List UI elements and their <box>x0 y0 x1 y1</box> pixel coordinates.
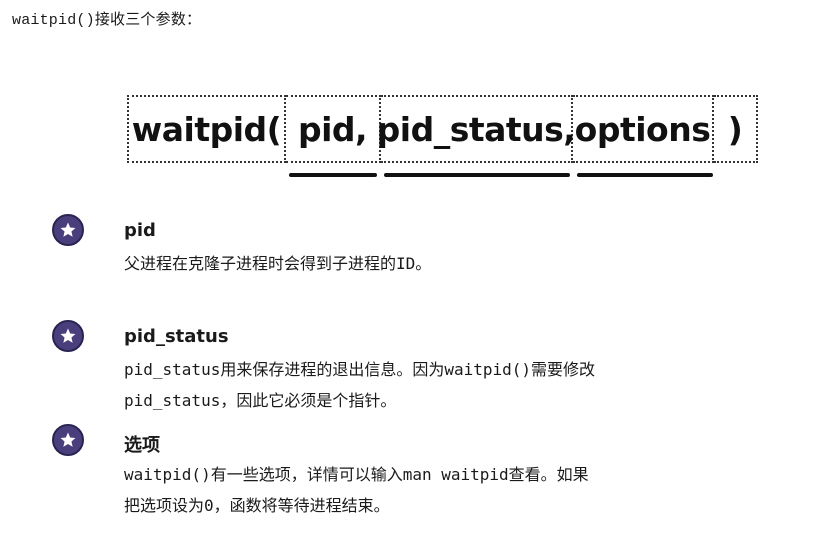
pid-status-underline <box>384 173 570 177</box>
param-desc-options-line-2: 把选项设为0，函数将等待进程结束。 <box>124 496 390 515</box>
signature-param-options: options <box>573 95 714 163</box>
signature-close-paren: ) <box>714 95 758 163</box>
param-desc-options-line-1: waitpid()有一些选项，详情可以输入man waitpid查看。如果 <box>124 465 589 484</box>
param-desc-pid-line-1: 父进程在克隆子进程时会得到子进程的ID。 <box>124 254 432 273</box>
star-icon <box>52 320 84 352</box>
options-underline <box>577 173 713 177</box>
signature-function-name: waitpid( <box>127 95 286 163</box>
param-title-pid: pid <box>124 220 156 241</box>
param-title-pid-status: pid_status <box>124 326 229 347</box>
intro-text: waitpid()接收三个参数： <box>12 12 202 29</box>
signature-param-pid-status: pid_status, <box>377 95 576 163</box>
star-icon <box>52 424 84 456</box>
signature-param-pid: pid, <box>286 95 381 163</box>
star-icon <box>52 214 84 246</box>
param-title-options: 选项 <box>124 435 160 456</box>
pid-underline <box>289 173 377 177</box>
param-desc-pid-status-line-1: pid_status用来保存进程的退出信息。因为waitpid()需要修改 <box>124 360 596 379</box>
waitpid-signature-diagram: waitpid( pid, pid_status, options ) <box>127 95 758 163</box>
param-desc-pid-status-line-2: pid_status，因此它必须是个指针。 <box>124 391 397 410</box>
